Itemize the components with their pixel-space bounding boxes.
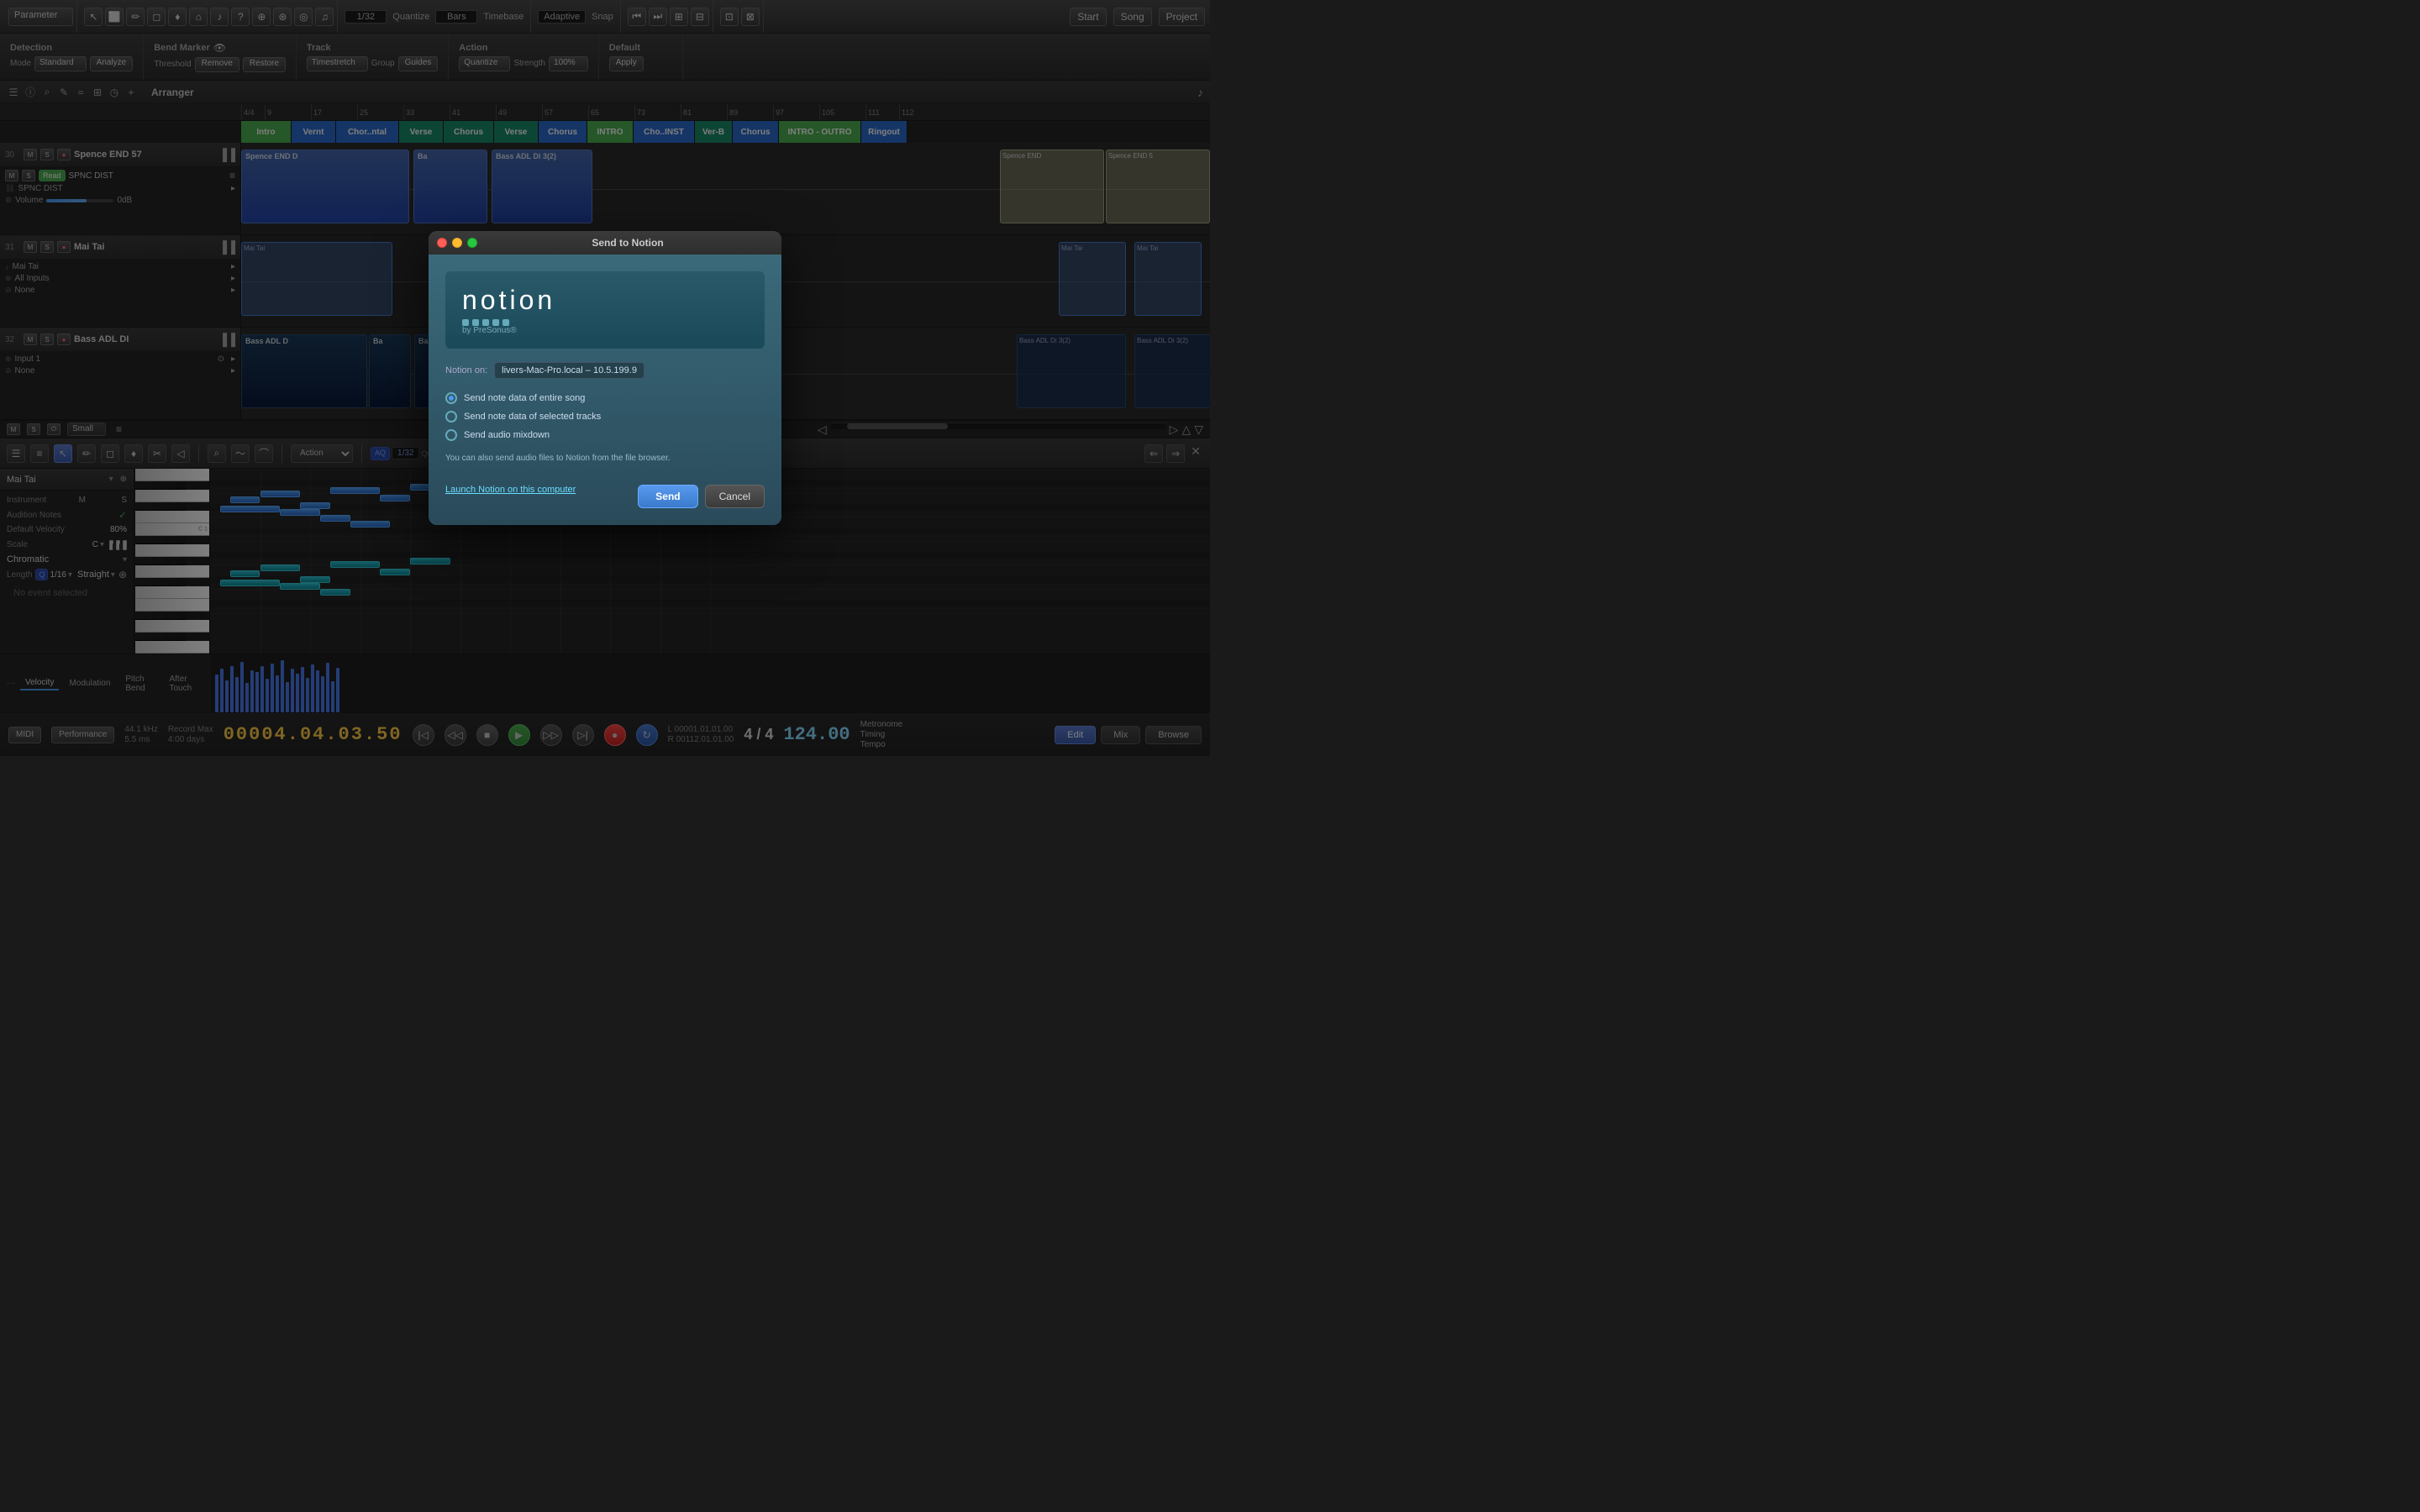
dialog-body: notion by PreSonus® Notion on: livers-Ma… bbox=[429, 255, 781, 525]
notion-launch-link[interactable]: Launch Notion on this computer bbox=[445, 485, 576, 495]
notion-on-row: Notion on: livers-Mac-Pro.local – 10.5.1… bbox=[445, 362, 765, 379]
send-btn[interactable]: Send bbox=[638, 485, 697, 508]
radio-circle-3 bbox=[445, 429, 457, 441]
dialog-footer: Launch Notion on this computer Send Canc… bbox=[445, 471, 765, 508]
nd3 bbox=[482, 319, 489, 326]
radio-entire-song[interactable]: Send note data of entire song bbox=[445, 392, 765, 404]
radio-audio-mixdown[interactable]: Send audio mixdown bbox=[445, 429, 765, 441]
dialog-btns: Send Cancel bbox=[638, 485, 765, 508]
nd1 bbox=[462, 319, 469, 326]
dialog-maximize-dot[interactable] bbox=[467, 238, 477, 248]
dialog-overlay: Send to Notion notion by PreSonus® bbox=[0, 0, 1210, 756]
radio-circle-1 bbox=[445, 392, 457, 404]
notion-logo-area: notion by PreSonus® bbox=[445, 271, 765, 349]
nd2 bbox=[472, 319, 479, 326]
notion-dialog: Send to Notion notion by PreSonus® bbox=[429, 231, 781, 525]
radio-label-1: Send note data of entire song bbox=[464, 393, 585, 403]
cancel-btn[interactable]: Cancel bbox=[705, 485, 765, 508]
notion-server-dropdown[interactable]: livers-Mac-Pro.local – 10.5.199.9 bbox=[494, 362, 644, 379]
dialog-close-dot[interactable] bbox=[437, 238, 447, 248]
notion-on-label: Notion on: bbox=[445, 365, 487, 375]
notion-info-text: You can also send audio files to Notion … bbox=[445, 453, 765, 465]
radio-label-3: Send audio mixdown bbox=[464, 430, 550, 440]
notion-by-text: by PreSonus® bbox=[462, 326, 555, 335]
radio-label-2: Send note data of selected tracks bbox=[464, 412, 601, 422]
dialog-minimize-dot[interactable] bbox=[452, 238, 462, 248]
nd5 bbox=[502, 319, 509, 326]
notion-logo-text: notion bbox=[462, 285, 555, 316]
notion-logo-block: notion by PreSonus® bbox=[462, 285, 555, 335]
radio-circle-2 bbox=[445, 411, 457, 423]
radio-selected-tracks[interactable]: Send note data of selected tracks bbox=[445, 411, 765, 423]
dialog-title: Send to Notion bbox=[482, 237, 773, 249]
dialog-titlebar: Send to Notion bbox=[429, 231, 781, 255]
nd4 bbox=[492, 319, 499, 326]
notion-logo-dots bbox=[462, 319, 555, 326]
